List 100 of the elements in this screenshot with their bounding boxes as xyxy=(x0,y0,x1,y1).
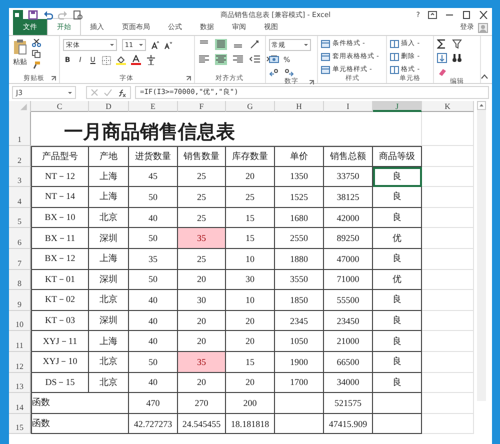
grow-font-icon[interactable] xyxy=(150,41,159,49)
insert-function-icon[interactable] xyxy=(118,88,126,96)
row-number[interactable]: 4 xyxy=(9,187,31,208)
fill-down-icon[interactable] xyxy=(437,53,448,63)
table-cell: 优 xyxy=(373,270,422,290)
ribbon-display-icon[interactable] xyxy=(428,10,437,18)
dialog-launcher-icon[interactable] xyxy=(186,76,191,81)
align-left-icon[interactable] xyxy=(198,54,210,65)
row-number[interactable]: 7 xyxy=(9,248,31,270)
vertical-scrollbar[interactable] xyxy=(477,101,486,401)
column-header[interactable]: H xyxy=(275,101,324,112)
table-cell: 良 xyxy=(373,331,422,352)
empty-cell xyxy=(422,414,474,434)
column-header[interactable]: J xyxy=(373,101,422,112)
borders-icon[interactable] xyxy=(102,56,112,64)
decrease-decimal-icon[interactable] xyxy=(284,68,294,77)
close-icon[interactable] xyxy=(479,10,488,18)
row-number[interactable]: 12 xyxy=(9,352,31,373)
column-heading: 库存数量 xyxy=(226,146,275,167)
excel-logo-icon[interactable] xyxy=(13,10,23,20)
cells-icon[interactable] xyxy=(390,66,400,74)
table-style-icon[interactable] xyxy=(321,52,330,60)
empty-cell xyxy=(422,372,474,394)
binoculars-icon[interactable] xyxy=(452,53,462,63)
table-cell: 良 xyxy=(373,166,422,188)
table-cell: 北京 xyxy=(89,290,129,311)
empty-cell xyxy=(422,310,474,332)
row-number[interactable]: 2 xyxy=(9,146,31,167)
table-cell: 30 xyxy=(178,290,226,311)
align-center-icon[interactable] xyxy=(214,54,227,65)
autosum-icon[interactable] xyxy=(437,39,448,49)
row-number[interactable]: 8 xyxy=(9,270,31,290)
save-icon[interactable] xyxy=(28,10,38,20)
currency-icon[interactable] xyxy=(268,55,279,64)
orientation-icon[interactable] xyxy=(248,39,261,50)
maximize-icon[interactable] xyxy=(462,10,471,18)
clipboard-icon[interactable] xyxy=(13,39,27,55)
sort-filter-icon[interactable] xyxy=(452,39,462,49)
table-cell: 良 xyxy=(373,208,422,228)
shrink-font-icon[interactable] xyxy=(164,41,172,49)
format-painter-icon[interactable] xyxy=(32,61,41,69)
table-cell: XYJ－10 xyxy=(31,352,89,373)
eraser-icon[interactable] xyxy=(437,67,448,77)
row-number[interactable]: 1 xyxy=(9,112,31,146)
table-cell: 20 xyxy=(226,372,275,394)
cells-icon[interactable] xyxy=(390,40,400,48)
scissors-icon[interactable] xyxy=(32,39,41,47)
table-style-icon[interactable] xyxy=(321,66,330,74)
column-header[interactable]: F xyxy=(178,101,226,112)
phonetic-guide-icon[interactable] xyxy=(146,55,156,65)
column-header[interactable]: K xyxy=(422,101,474,112)
row-number[interactable]: 11 xyxy=(9,331,31,352)
table-cell: 66500 xyxy=(324,352,373,373)
copy-icon[interactable] xyxy=(32,50,41,58)
align-middle-icon[interactable] xyxy=(214,39,227,50)
column-heading: 进货数量 xyxy=(129,146,178,167)
table-cell: BX－12 xyxy=(31,248,89,270)
print-preview-icon[interactable] xyxy=(73,10,83,20)
row-number[interactable]: 5 xyxy=(9,208,31,228)
table-cell: 47000 xyxy=(324,248,373,270)
table-cell: 30 xyxy=(226,270,275,290)
table-cell: 521575 xyxy=(324,393,373,414)
table-cell: 21000 xyxy=(324,331,373,352)
table-cell: 42000 xyxy=(324,208,373,228)
decrease-indent-icon[interactable] xyxy=(248,54,261,65)
dialog-launcher-icon[interactable] xyxy=(50,76,56,81)
table-cell: 深圳 xyxy=(89,310,129,332)
cells-icon[interactable] xyxy=(390,52,400,60)
align-right-icon[interactable] xyxy=(232,54,244,65)
column-header[interactable]: E xyxy=(129,101,178,112)
row-number[interactable]: 3 xyxy=(9,166,31,188)
table-cell: 1050 xyxy=(275,331,324,352)
table-cell: 良 xyxy=(373,310,422,332)
table-cell: 270 xyxy=(178,393,226,414)
table-style-icon[interactable] xyxy=(321,40,330,48)
row-number[interactable]: 9 xyxy=(9,290,31,311)
table-cell: 2550 xyxy=(275,228,324,249)
row-number[interactable]: 10 xyxy=(9,310,31,332)
empty-cell xyxy=(422,270,474,290)
table-cell: DS－15 xyxy=(31,372,89,394)
table-cell: KT－02 xyxy=(31,290,89,311)
empty-cell xyxy=(422,146,474,167)
row-number[interactable]: 13 xyxy=(9,372,31,394)
column-header[interactable]: I xyxy=(324,101,373,112)
dialog-launcher-icon[interactable] xyxy=(309,80,314,85)
column-header[interactable]: G xyxy=(226,101,275,112)
collapse-ribbon-icon[interactable] xyxy=(481,74,488,79)
table-cell: KT－01 xyxy=(31,270,89,290)
row-number[interactable]: 6 xyxy=(9,228,31,249)
column-heading: 商品等级 xyxy=(373,146,422,167)
font-color-icon[interactable] xyxy=(131,55,142,65)
column-header[interactable]: D xyxy=(89,101,129,112)
row-number[interactable]: 15 xyxy=(9,414,31,434)
fill-color-icon[interactable] xyxy=(116,55,126,65)
table-cell: 2345 xyxy=(275,310,324,332)
row-label: 函数 xyxy=(31,414,129,434)
increase-decimal-icon[interactable] xyxy=(268,68,279,77)
row-number[interactable]: 14 xyxy=(9,393,31,414)
undo-icon[interactable] xyxy=(43,10,53,20)
column-header[interactable]: C xyxy=(31,101,89,112)
